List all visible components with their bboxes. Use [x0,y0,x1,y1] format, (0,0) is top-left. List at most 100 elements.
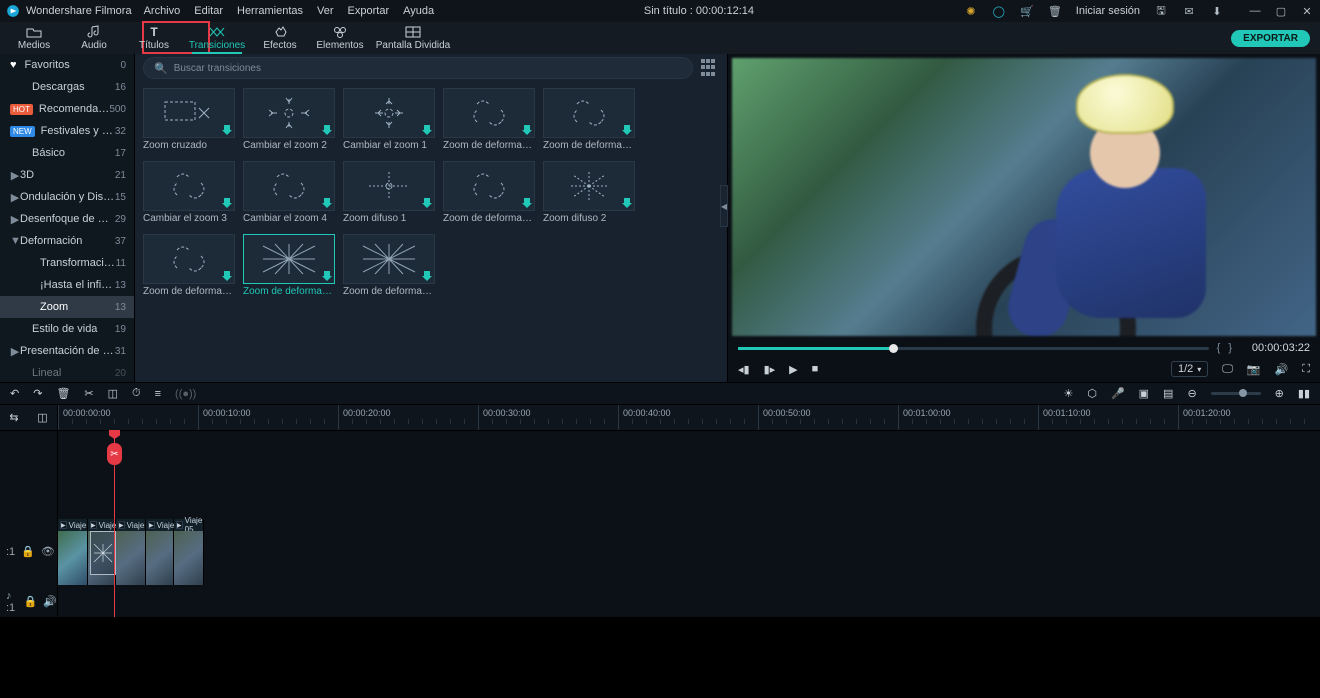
transition-on-clip[interactable] [90,531,116,575]
sidebar-item[interactable]: ¡Hasta el infinito!13 [0,274,134,296]
transition-thumb[interactable]: Zoom de deformació... [443,161,535,224]
menu-ayuda[interactable]: Ayuda [403,5,434,17]
tab-pantalla[interactable]: Pantalla Dividida [370,22,456,54]
timeline-ruler[interactable]: ⇆ ◫ 00:00:00:0000:00:10:0000:00:20:0000:… [0,405,1320,431]
transition-thumb[interactable]: Cambiar el zoom 3 [143,161,235,224]
menu-archivo[interactable]: Archivo [144,5,181,17]
transition-thumb[interactable]: Zoom de deformació... [443,88,535,151]
stop-icon[interactable]: ■ [812,363,819,376]
audio-track-1[interactable]: ♪ :1 🔒 🔊 [0,587,1320,617]
menu-herramientas[interactable]: Herramientas [237,5,303,17]
split-icon[interactable]: ✂ [84,387,93,400]
crop-icon[interactable]: ◫ [108,387,118,400]
view-toggle-icon[interactable] [701,59,719,77]
lock-icon[interactable]: 🔒 [21,545,35,558]
timeline-clip[interactable]: ▶Viaje 05 [174,519,204,585]
maximize-icon[interactable]: ▢ [1274,4,1288,18]
tracks-icon[interactable]: ▤ [1163,387,1173,400]
eye-icon[interactable]: 👁 [41,545,55,558]
transition-thumb[interactable]: Cambiar el zoom 4 [243,161,335,224]
sidebar-item[interactable]: ▶Presentación de Diapositivas31 [0,340,134,362]
mute-icon[interactable]: 🔊 [43,595,57,608]
zoom-out-icon[interactable]: ⊖ [1187,387,1196,400]
lock-icon[interactable]: 🔒 [24,595,38,608]
sidebar-item[interactable]: Descargas16 [0,76,134,98]
sidebar-item[interactable]: ▼Deformación37 [0,230,134,252]
speed-icon[interactable]: ⏱ [132,387,141,400]
beautify-icon[interactable]: ✺ [964,4,978,18]
preview-scrubber[interactable]: { } 00:00:03:22 [728,340,1320,356]
prev-frame-icon[interactable]: ◂▮ [738,363,750,376]
tab-elementos[interactable]: Elementos [310,22,370,54]
marker-filter-icon[interactable]: ⬡ [1087,387,1097,400]
menu-editar[interactable]: Editar [194,5,223,17]
sidebar-item[interactable]: Estilo de vida19 [0,318,134,340]
sidebar-item[interactable]: Lineal20 [0,362,134,382]
export-button[interactable]: EXPORTAR [1231,30,1310,47]
voiceover-icon[interactable]: ((●)) [175,388,196,400]
transition-thumb[interactable]: Zoom de deformació... [143,234,235,297]
transition-thumb[interactable]: Zoom de deformació... [243,234,335,297]
transition-thumb[interactable]: Zoom de deformació... [343,234,435,297]
undo-icon[interactable]: ↶ [10,387,19,400]
close-icon[interactable]: ✕ [1300,4,1314,18]
tab-efectos[interactable]: Efectos [250,22,310,54]
video-track-1[interactable]: :1 🔒 👁 ▶Viaje▶Viaje▶Viaje▶Viaje▶Viaje 05 [0,517,1320,587]
transition-thumb[interactable]: Cambiar el zoom 1 [343,88,435,151]
tab-audio[interactable]: Audio [64,22,124,54]
snapshot-icon[interactable]: 📷 [1247,363,1261,376]
timeline-clip[interactable]: ▶Viaje [58,519,88,585]
transition-thumb[interactable]: Zoom difuso 2 [543,161,635,224]
cart-icon[interactable]: 🛒 [1020,4,1034,18]
sidebar-item[interactable]: ▶3D21 [0,164,134,186]
next-frame-icon[interactable]: ▮▸ [764,363,776,376]
snap-icon[interactable]: ◫ [37,411,47,424]
mail-icon[interactable]: ✉ [1182,4,1196,18]
fit-icon[interactable]: ▮▮ [1298,387,1310,400]
zoom-slider[interactable] [1211,392,1261,395]
sidebar-item[interactable]: ♥Favoritos0 [0,54,134,76]
tab-medios[interactable]: Medios [4,22,64,54]
preview-zoom-select[interactable]: 1/2▾ [1171,361,1208,377]
save-icon[interactable]: 🖫 [1154,4,1168,18]
tab-transiciones[interactable]: Transiciones [184,22,250,54]
transition-thumb[interactable]: Zoom cruzado [143,88,235,151]
headset-icon[interactable]: ◯ [992,4,1006,18]
sidebar-item[interactable]: HOTRecomendado500 [0,98,134,120]
transition-thumb[interactable]: Zoom de deformació... [543,88,635,151]
mixer-icon[interactable]: ☀ [1063,387,1073,400]
login-button[interactable]: Iniciar sesión [1076,5,1140,17]
timeline-clip[interactable]: ▶Viaje [146,519,174,585]
volume-icon[interactable]: 🔊 [1275,363,1289,376]
transition-thumb[interactable]: Zoom difuso 1 [343,161,435,224]
redo-icon[interactable]: ↷ [33,387,42,400]
sidebar-item[interactable]: ▶Desenfoque de Velocidad29 [0,208,134,230]
sidebar-item[interactable]: NEWFestivales y Eventos32 [0,120,134,142]
download-icon[interactable]: ⬇ [1210,4,1224,18]
play-icon[interactable]: ▶ [789,363,797,376]
menu-exportar[interactable]: Exportar [348,5,390,17]
zoom-in-icon[interactable]: ⊕ [1275,387,1284,400]
tab-titulos[interactable]: T Títulos [124,22,184,54]
trash-icon[interactable]: 🗑 [56,387,70,400]
menu-ver[interactable]: Ver [317,5,334,17]
search-input[interactable]: 🔍 Buscar transiciones [143,57,693,79]
collapse-handle[interactable]: ◀ [720,185,728,227]
sidebar-item[interactable]: Básico17 [0,142,134,164]
timeline-clip[interactable]: ▶Viaje [116,519,146,585]
adjust-icon[interactable]: ≡ [155,388,161,400]
trash-icon[interactable]: 🗑 [1048,4,1062,18]
playhead[interactable]: ✂ [114,431,115,617]
preview-canvas[interactable] [732,58,1316,336]
ripple-icon[interactable]: ⇆ [9,411,18,424]
sidebar-item[interactable]: Transformación11 [0,252,134,274]
mark-in-icon[interactable]: { [1217,342,1221,354]
playhead-scissors-icon[interactable]: ✂ [107,443,122,465]
transition-thumb[interactable]: Cambiar el zoom 2 [243,88,335,151]
fullscreen-icon[interactable]: ⛶ [1302,363,1310,376]
mark-out-icon[interactable]: } [1228,342,1232,354]
mic-icon[interactable]: 🎤 [1111,387,1125,400]
minimize-icon[interactable]: — [1248,4,1262,18]
quality-icon[interactable]: 🖵 [1222,363,1233,376]
sidebar-item[interactable]: Zoom13 [0,296,134,318]
